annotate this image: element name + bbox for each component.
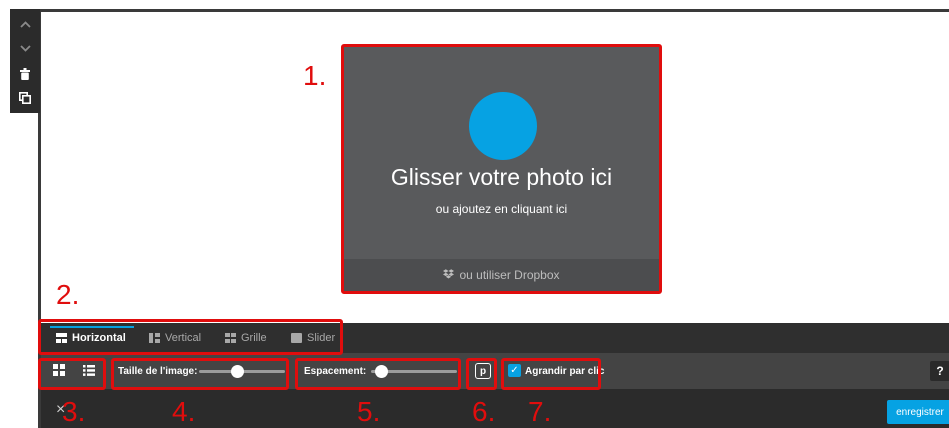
dropbox-icon: [443, 268, 455, 282]
photo-drop-zone[interactable]: Glisser votre photo ici ou ajoutez en cl…: [341, 44, 662, 294]
tab-slider[interactable]: Slider: [291, 323, 335, 353]
slider-layout-icon: [291, 333, 302, 343]
grid-view-icon[interactable]: [50, 361, 68, 379]
drop-zone-title: Glisser votre photo ici: [390, 164, 613, 190]
enlarge-checkbox[interactable]: ✓: [508, 364, 521, 377]
dropbox-label: ou utiliser Dropbox: [459, 268, 560, 282]
editor-page: Glisser votre photo ici ou ajoutez en cl…: [0, 0, 949, 428]
tab-grille[interactable]: Grille: [225, 323, 267, 353]
save-button[interactable]: enregistrer: [887, 400, 949, 424]
tab-grille-label: Grille: [241, 332, 267, 344]
tab-horizontal[interactable]: Horizontal: [56, 323, 126, 353]
tab-vertical[interactable]: Vertical: [149, 323, 201, 353]
spacing-label: Espacement:: [304, 365, 367, 377]
tab-horizontal-label: Horizontal: [72, 332, 126, 344]
annotation-number-3: 3.: [62, 396, 86, 427]
image-size-label: Taille de l'image:: [118, 365, 198, 377]
list-view-icon[interactable]: [80, 361, 98, 379]
annotation-number-7: 7.: [528, 396, 552, 427]
annotation-number-1: 1.: [303, 60, 327, 91]
help-button[interactable]: ?: [930, 361, 949, 381]
chevron-up-icon[interactable]: [10, 13, 40, 35]
chevron-down-icon[interactable]: [10, 37, 40, 59]
pinterest-icon[interactable]: p: [475, 363, 491, 379]
vertical-layout-icon: [149, 333, 160, 343]
annotation-number-5: 5.: [357, 396, 381, 427]
annotation-number-2: 2.: [56, 279, 80, 310]
annotation-number-4: 4.: [172, 396, 196, 427]
duplicate-icon[interactable]: [10, 87, 40, 109]
top-frame-line: [10, 9, 949, 12]
layout-tabs-bar: Horizontal Vertical Grille Slider: [41, 323, 949, 353]
block-toolbar: [10, 9, 40, 113]
upload-circle-icon: [469, 92, 537, 160]
grid-layout-icon: [225, 333, 236, 343]
spacing-slider-handle[interactable]: [374, 365, 388, 378]
gallery-options-bar: Taille de l'image: Espacement: p ✓ Agran…: [41, 353, 949, 389]
enlarge-label[interactable]: Agrandir par clic: [525, 353, 604, 389]
image-size-slider-handle[interactable]: [231, 365, 245, 378]
dropbox-button[interactable]: ou utiliser Dropbox: [344, 259, 659, 291]
annotation-number-6: 6.: [472, 396, 496, 427]
tab-slider-label: Slider: [307, 332, 336, 344]
trash-icon[interactable]: [10, 63, 40, 85]
drop-zone-subtitle: ou ajoutez en cliquant ici: [435, 202, 568, 216]
tab-vertical-label: Vertical: [165, 332, 202, 344]
horizontal-layout-icon: [56, 333, 67, 343]
